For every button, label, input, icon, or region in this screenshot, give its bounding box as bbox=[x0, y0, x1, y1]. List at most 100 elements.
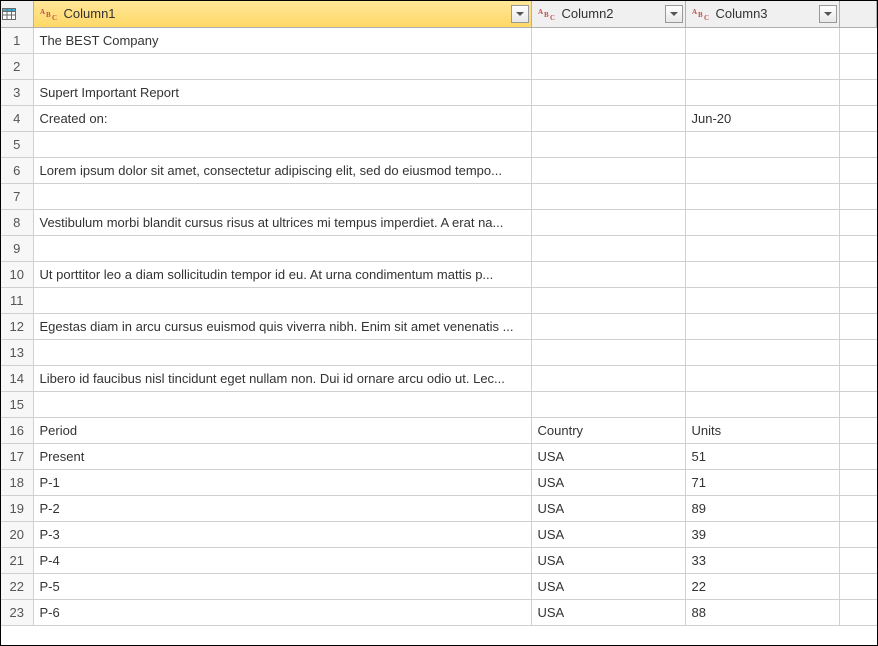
cell[interactable]: 89 bbox=[685, 495, 839, 521]
column-filter-button-3[interactable] bbox=[819, 5, 837, 23]
cell[interactable] bbox=[531, 339, 685, 365]
cell[interactable] bbox=[685, 131, 839, 157]
row-number[interactable]: 11 bbox=[1, 287, 33, 313]
column-header-3[interactable]: A B C Column3 bbox=[685, 1, 839, 27]
row-number[interactable]: 16 bbox=[1, 417, 33, 443]
cell[interactable]: 22 bbox=[685, 573, 839, 599]
column-filter-button-1[interactable] bbox=[511, 5, 529, 23]
row-number[interactable]: 22 bbox=[1, 573, 33, 599]
cell[interactable] bbox=[33, 183, 531, 209]
row-number[interactable]: 10 bbox=[1, 261, 33, 287]
row-number[interactable]: 5 bbox=[1, 131, 33, 157]
column-header-1[interactable]: A B C Column1 bbox=[33, 1, 531, 27]
cell[interactable]: USA bbox=[531, 469, 685, 495]
cell[interactable] bbox=[685, 287, 839, 313]
cell[interactable] bbox=[531, 391, 685, 417]
cell[interactable] bbox=[531, 131, 685, 157]
cell[interactable]: P-4 bbox=[33, 547, 531, 573]
cell[interactable]: USA bbox=[531, 599, 685, 625]
cell[interactable]: USA bbox=[531, 495, 685, 521]
row-number[interactable]: 23 bbox=[1, 599, 33, 625]
cell[interactable] bbox=[685, 391, 839, 417]
cell[interactable]: Supert Important Report bbox=[33, 79, 531, 105]
row-number[interactable]: 1 bbox=[1, 27, 33, 53]
cell[interactable]: 88 bbox=[685, 599, 839, 625]
row-number[interactable]: 17 bbox=[1, 443, 33, 469]
select-all-corner[interactable] bbox=[1, 1, 33, 27]
cell[interactable] bbox=[685, 79, 839, 105]
cell[interactable] bbox=[531, 287, 685, 313]
row-number[interactable]: 20 bbox=[1, 521, 33, 547]
cell[interactable]: P-5 bbox=[33, 573, 531, 599]
cell[interactable]: P-1 bbox=[33, 469, 531, 495]
row-number[interactable]: 6 bbox=[1, 157, 33, 183]
cell[interactable] bbox=[531, 313, 685, 339]
cell[interactable]: P-3 bbox=[33, 521, 531, 547]
cell[interactable] bbox=[33, 53, 531, 79]
cell[interactable] bbox=[685, 235, 839, 261]
cell[interactable] bbox=[685, 53, 839, 79]
column-header-2[interactable]: A B C Column2 bbox=[531, 1, 685, 27]
cell[interactable] bbox=[33, 339, 531, 365]
cell[interactable]: P-6 bbox=[33, 599, 531, 625]
cell[interactable] bbox=[531, 79, 685, 105]
cell[interactable]: USA bbox=[531, 521, 685, 547]
cell[interactable] bbox=[531, 365, 685, 391]
cell[interactable]: USA bbox=[531, 573, 685, 599]
cell[interactable] bbox=[685, 157, 839, 183]
cell[interactable]: Vestibulum morbi blandit cursus risus at… bbox=[33, 209, 531, 235]
cell[interactable] bbox=[685, 339, 839, 365]
cell[interactable]: Lorem ipsum dolor sit amet, consectetur … bbox=[33, 157, 531, 183]
row-number[interactable]: 21 bbox=[1, 547, 33, 573]
row-number[interactable]: 8 bbox=[1, 209, 33, 235]
column-filter-button-2[interactable] bbox=[665, 5, 683, 23]
cell[interactable]: Units bbox=[685, 417, 839, 443]
cell[interactable] bbox=[33, 131, 531, 157]
cell[interactable] bbox=[685, 261, 839, 287]
row-number[interactable]: 7 bbox=[1, 183, 33, 209]
cell[interactable] bbox=[33, 287, 531, 313]
cell[interactable] bbox=[685, 27, 839, 53]
cell[interactable]: Egestas diam in arcu cursus euismod quis… bbox=[33, 313, 531, 339]
cell[interactable]: Present bbox=[33, 443, 531, 469]
cell[interactable]: The BEST Company bbox=[33, 27, 531, 53]
row-number[interactable]: 14 bbox=[1, 365, 33, 391]
cell[interactable]: P-2 bbox=[33, 495, 531, 521]
cell[interactable]: Created on: bbox=[33, 105, 531, 131]
cell[interactable] bbox=[33, 391, 531, 417]
cell[interactable] bbox=[531, 209, 685, 235]
row-number[interactable]: 19 bbox=[1, 495, 33, 521]
cell[interactable]: 39 bbox=[685, 521, 839, 547]
cell[interactable] bbox=[531, 27, 685, 53]
row-number[interactable]: 3 bbox=[1, 79, 33, 105]
cell[interactable]: Ut porttitor leo a diam sollicitudin tem… bbox=[33, 261, 531, 287]
row-number[interactable]: 2 bbox=[1, 53, 33, 79]
cell[interactable] bbox=[531, 183, 685, 209]
cell[interactable] bbox=[685, 365, 839, 391]
cell[interactable] bbox=[531, 53, 685, 79]
cell[interactable]: Period bbox=[33, 417, 531, 443]
row-number[interactable]: 13 bbox=[1, 339, 33, 365]
cell-padding bbox=[839, 443, 877, 469]
cell[interactable] bbox=[685, 183, 839, 209]
row-number[interactable]: 12 bbox=[1, 313, 33, 339]
cell[interactable] bbox=[685, 313, 839, 339]
cell[interactable] bbox=[531, 157, 685, 183]
cell[interactable]: Country bbox=[531, 417, 685, 443]
cell[interactable] bbox=[33, 235, 531, 261]
cell[interactable]: 71 bbox=[685, 469, 839, 495]
row-number[interactable]: 18 bbox=[1, 469, 33, 495]
cell[interactable]: Libero id faucibus nisl tincidunt eget n… bbox=[33, 365, 531, 391]
cell[interactable]: 33 bbox=[685, 547, 839, 573]
row-number[interactable]: 4 bbox=[1, 105, 33, 131]
cell[interactable] bbox=[685, 209, 839, 235]
cell[interactable] bbox=[531, 235, 685, 261]
cell[interactable]: USA bbox=[531, 547, 685, 573]
cell[interactable]: USA bbox=[531, 443, 685, 469]
row-number[interactable]: 9 bbox=[1, 235, 33, 261]
cell[interactable] bbox=[531, 105, 685, 131]
cell[interactable]: 51 bbox=[685, 443, 839, 469]
row-number[interactable]: 15 bbox=[1, 391, 33, 417]
cell[interactable] bbox=[531, 261, 685, 287]
cell[interactable]: Jun-20 bbox=[685, 105, 839, 131]
